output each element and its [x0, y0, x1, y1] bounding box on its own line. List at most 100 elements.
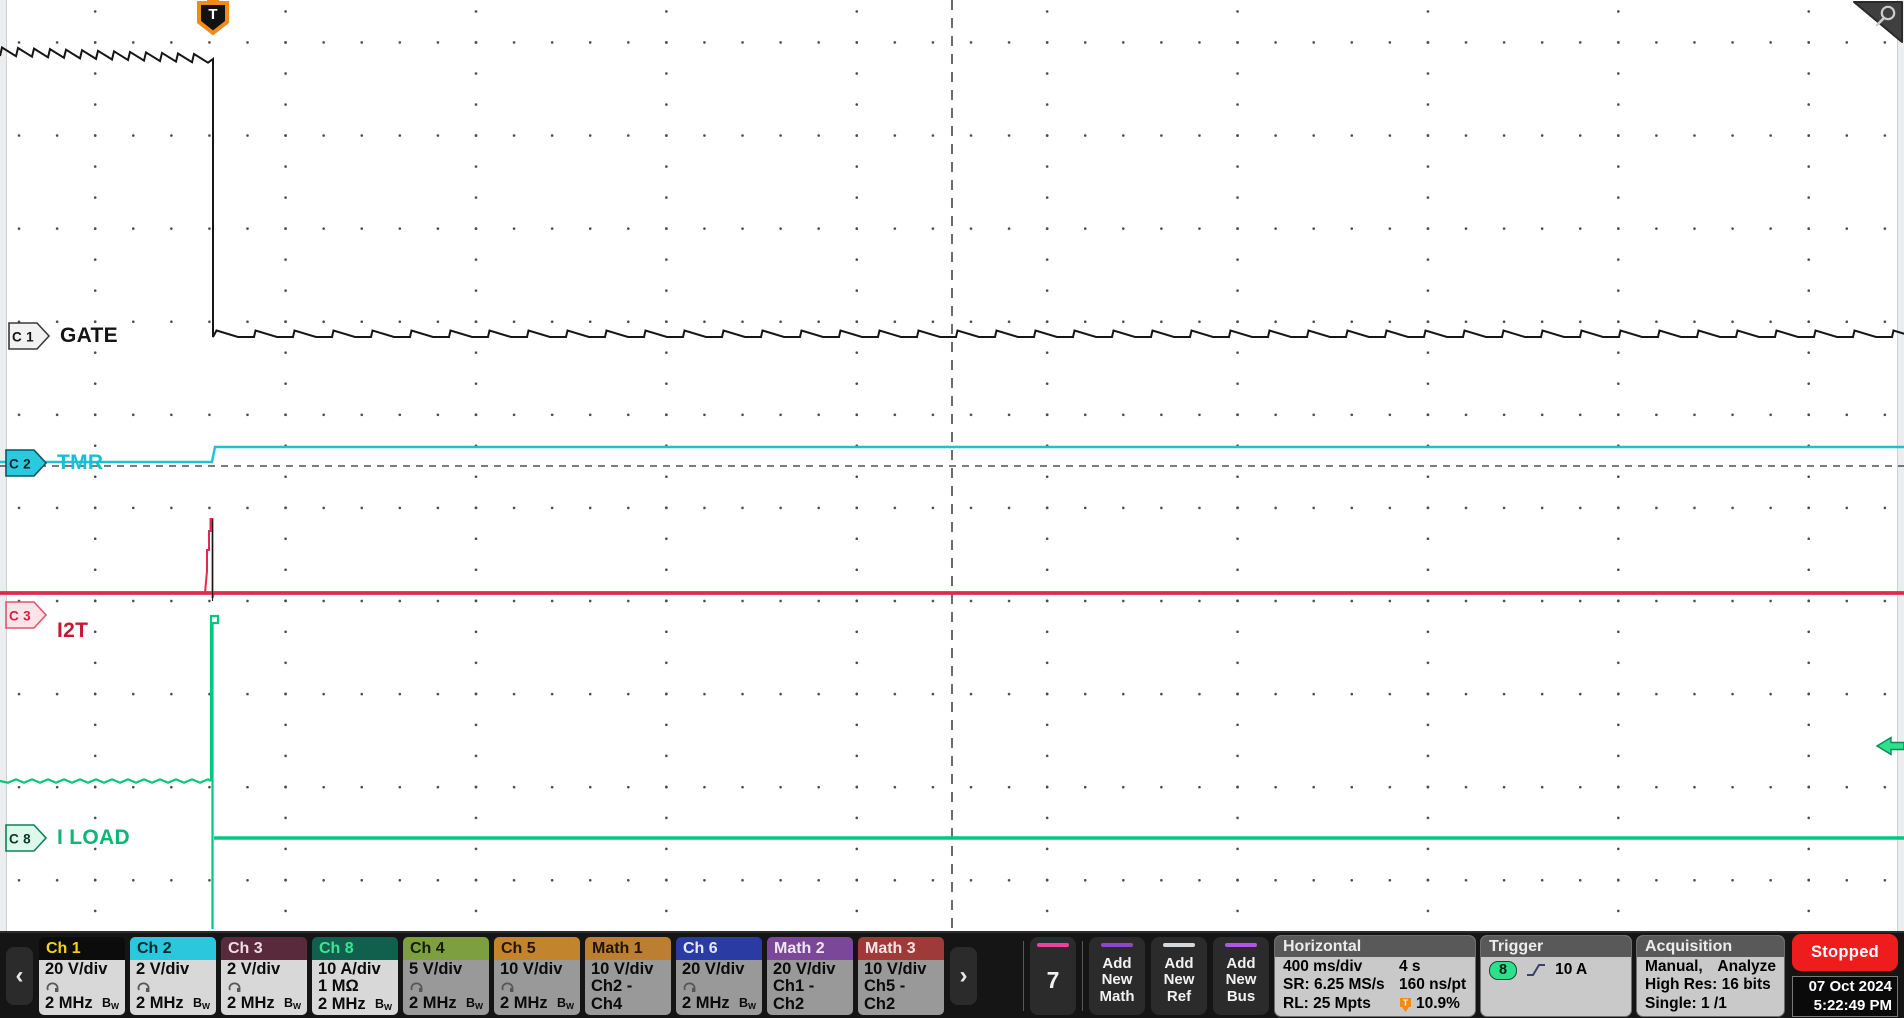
add-new-bus-button[interactable]: Add New Bus	[1213, 936, 1269, 1015]
add-buttons-group: Add New Math Add New Ref Add New Bus	[1089, 936, 1269, 1015]
channel-badge-ch-2[interactable]: Ch 22 V/div 2 MHz BW	[130, 936, 216, 1015]
ch-5-badge-title: Ch 5	[494, 936, 580, 960]
date-text: 07 Oct 2024	[1808, 977, 1892, 995]
channel-label-c8[interactable]: C 8 I LOAD	[5, 824, 130, 852]
ch-1-badge-body: 20 V/div 2 MHz BW	[39, 959, 125, 1015]
trigger-position-flag[interactable]: T	[195, 0, 231, 36]
acquisition-resolution: High Res: 16 bits	[1645, 976, 1771, 994]
horizontal-panel-title: Horizontal	[1275, 935, 1475, 957]
ch-5-scale: 10 V/div	[500, 959, 563, 978]
ch-3-bandwidth-limit: 2 MHz	[227, 993, 275, 1012]
zoom-corner-button[interactable]	[1846, 0, 1904, 50]
probe-icon	[228, 982, 241, 992]
datetime-display: 07 Oct 2024 5:22:49 PM	[1792, 975, 1898, 1018]
ch-4-badge-body: 5 V/div 2 MHz BW	[403, 959, 489, 1015]
bandwidth-icon: BW	[556, 995, 574, 1011]
ch-5-bandwidth-limit: 2 MHz	[500, 993, 548, 1012]
svg-text:T: T	[1403, 997, 1409, 1007]
channel-badge-ch-5[interactable]: Ch 5 10 V/div 2 MHz BW	[494, 936, 580, 1015]
horizontal-scale: 400 ms/div	[1283, 957, 1363, 975]
probe-icon	[46, 982, 59, 992]
trigger-flag-letter: T	[208, 6, 217, 23]
ch-8-bandwidth-limit: 2 MHz	[318, 995, 366, 1014]
c3-badge: C 3	[5, 601, 47, 629]
acquisition-mode: Manual,	[1645, 957, 1703, 975]
channel-badge-math-1[interactable]: Math 1 10 V/div Ch2 - Ch4	[585, 936, 671, 1015]
probe-icon	[683, 982, 696, 992]
c8-badge: C 8	[5, 824, 47, 852]
acquisition-single-count: Single: 1 /1	[1645, 995, 1727, 1013]
ch-6-badge-body: 20 V/div 2 MHz BW	[676, 959, 762, 1015]
ch-6-scale: 20 V/div	[682, 959, 745, 978]
channel-label-c2[interactable]: C 2 TMR	[5, 449, 103, 477]
math-1-badge-body: 10 V/div Ch2 - Ch4	[585, 959, 671, 1015]
ch-8-scale: 10 A/div	[318, 959, 381, 978]
bandwidth-icon: BW	[738, 995, 756, 1011]
math-1-scale: 10 V/div	[591, 959, 654, 978]
horizontal-record-length: RL: 25 Mpts	[1283, 995, 1371, 1013]
c1-label-text: GATE	[60, 324, 118, 347]
acquisition-settings-panel[interactable]: Acquisition Manual, Analyze High Res: 16…	[1637, 935, 1784, 1016]
chevron-left-icon: ‹	[15, 961, 24, 989]
toolbar-divider	[1023, 940, 1024, 1011]
scroll-badges-right-button[interactable]: ›	[950, 946, 977, 1005]
channel-badge-ch-4[interactable]: Ch 45 V/div 2 MHz BW	[403, 936, 489, 1015]
add-new-math-button[interactable]: Add New Math	[1089, 936, 1145, 1015]
trigger-level-arrow[interactable]	[1875, 736, 1904, 756]
toolbar-divider	[1082, 940, 1083, 1011]
bandwidth-icon: BW	[283, 995, 301, 1011]
ch-4-badge-title: Ch 4	[403, 936, 489, 960]
channel-label-c3[interactable]: C 3 I2T	[5, 601, 88, 643]
waveform-canvas	[0, 0, 1904, 931]
trigger-position-mini-icon: T	[1400, 997, 1411, 1012]
chevron-right-icon: ›	[959, 961, 968, 989]
horizontal-trigger-position: 10.9%	[1416, 995, 1460, 1013]
bottom-toolbar: ‹ Ch 1 20 V/div 2 MHz BW Ch 22 V/div 2 MHz BW C…	[0, 931, 1904, 1018]
ch-2-badge-title: Ch 2	[130, 936, 216, 960]
svg-text:C 3: C 3	[9, 609, 31, 624]
rising-edge-icon	[1527, 964, 1546, 976]
probe-icon	[501, 982, 514, 992]
iload-transition	[209, 614, 220, 929]
math-3-source-expression: Ch5 - Ch2	[864, 977, 906, 1014]
channel-badges-strip: Ch 1 20 V/div 2 MHz BW Ch 22 V/div 2 MHz BW Ch …	[39, 936, 944, 1015]
iload-trace-pre	[0, 778, 212, 784]
channel-badge-ch-1[interactable]: Ch 1 20 V/div 2 MHz BW	[39, 936, 125, 1015]
math-3-badge-body: 10 V/div Ch5 - Ch2	[858, 959, 944, 1015]
channel-badge-ch-6[interactable]: Ch 6 20 V/div 2 MHz BW	[676, 936, 762, 1015]
horizontal-settings-panel[interactable]: Horizontal 400 ms/div 4 s SR: 6.25 MS/s …	[1275, 935, 1475, 1016]
math-3-badge-title: Math 3	[858, 936, 944, 960]
c2-badge: C 2	[5, 449, 47, 477]
channel-badge-math-2[interactable]: Math 2 20 V/div Ch1 - Ch2	[767, 936, 853, 1015]
svg-text:C 2: C 2	[9, 457, 31, 472]
waveform-display[interactable]: T C 1 GATE C 2 TMR C 3 I2T C 8 I LOAD	[0, 0, 1904, 931]
c1-badge: C 1	[8, 322, 50, 350]
trigger-level-value: 10 A	[1555, 960, 1588, 978]
oscilloscope-screen: T C 1 GATE C 2 TMR C 3 I2T C 8 I LOAD ‹ …	[0, 0, 1904, 1018]
ch-3-badge-body: 2 V/div 2 MHz BW	[221, 959, 307, 1015]
math-3-scale: 10 V/div	[864, 959, 927, 978]
bandwidth-icon: BW	[465, 995, 483, 1011]
math-1-badge-title: Math 1	[585, 936, 671, 960]
bandwidth-icon: BW	[374, 997, 392, 1013]
scroll-badges-left-button[interactable]: ‹	[6, 946, 33, 1005]
channel-badge-math-3[interactable]: Math 3 10 V/div Ch5 - Ch2	[858, 936, 944, 1015]
time-text: 5:22:49 PM	[1813, 996, 1892, 1014]
channel-7-button[interactable]: 7	[1030, 936, 1076, 1015]
ch-1-scale: 20 V/div	[45, 959, 108, 978]
ch-8-impedance: 1 MΩ	[318, 977, 359, 996]
ch-6-bandwidth-limit: 2 MHz	[682, 993, 730, 1012]
channel-badge-ch-3[interactable]: Ch 32 V/div 2 MHz BW	[221, 936, 307, 1015]
ch-2-badge-body: 2 V/div 2 MHz BW	[130, 959, 216, 1015]
math-2-scale: 20 V/div	[773, 959, 836, 978]
add-new-ref-button[interactable]: Add New Ref	[1151, 936, 1207, 1015]
ch-1-badge-title: Ch 1	[39, 936, 125, 960]
math-1-source-expression: Ch2 - Ch4	[591, 977, 633, 1014]
ch-5-badge-body: 10 V/div 2 MHz BW	[494, 959, 580, 1015]
channel-badge-ch-8[interactable]: Ch 8 10 A/div 1 MΩ 2 MHz BW	[312, 936, 398, 1015]
channel-label-c1[interactable]: C 1 GATE	[8, 322, 118, 350]
trigger-settings-panel[interactable]: Trigger 8 10 A	[1481, 935, 1631, 1016]
svg-text:C 8: C 8	[9, 832, 31, 847]
math-2-badge-title: Math 2	[767, 936, 853, 960]
status-column: Stopped 07 Oct 2024 5:22:49 PM	[1792, 933, 1898, 1018]
